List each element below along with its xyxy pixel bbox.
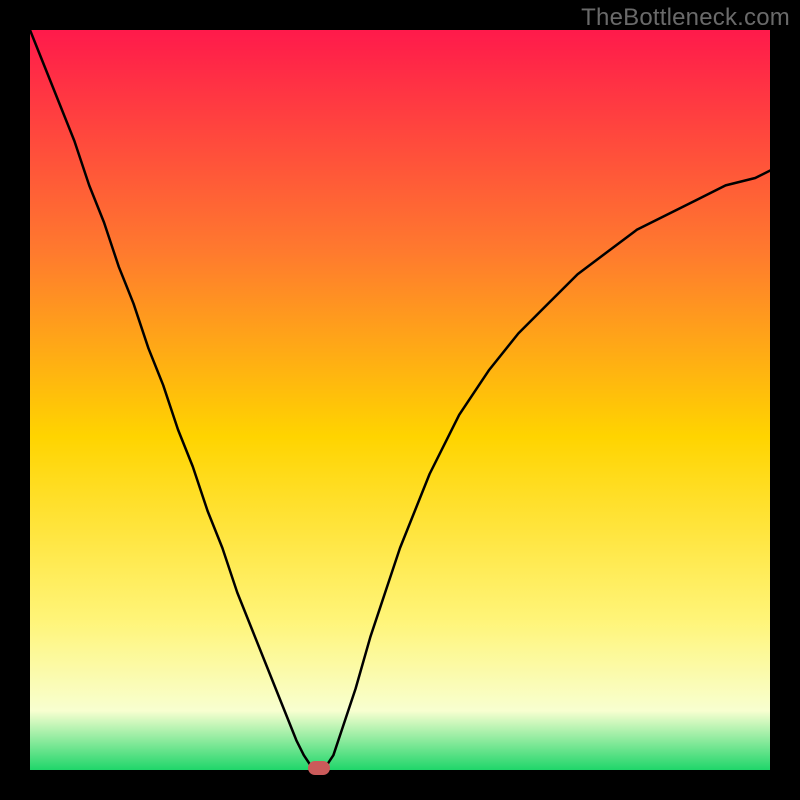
watermark-text: TheBottleneck.com	[581, 4, 790, 32]
chart-svg	[30, 30, 770, 770]
plot-area	[30, 30, 770, 770]
gradient-background	[30, 30, 770, 770]
chart-frame: TheBottleneck.com	[0, 0, 800, 800]
minimum-marker	[308, 761, 330, 775]
